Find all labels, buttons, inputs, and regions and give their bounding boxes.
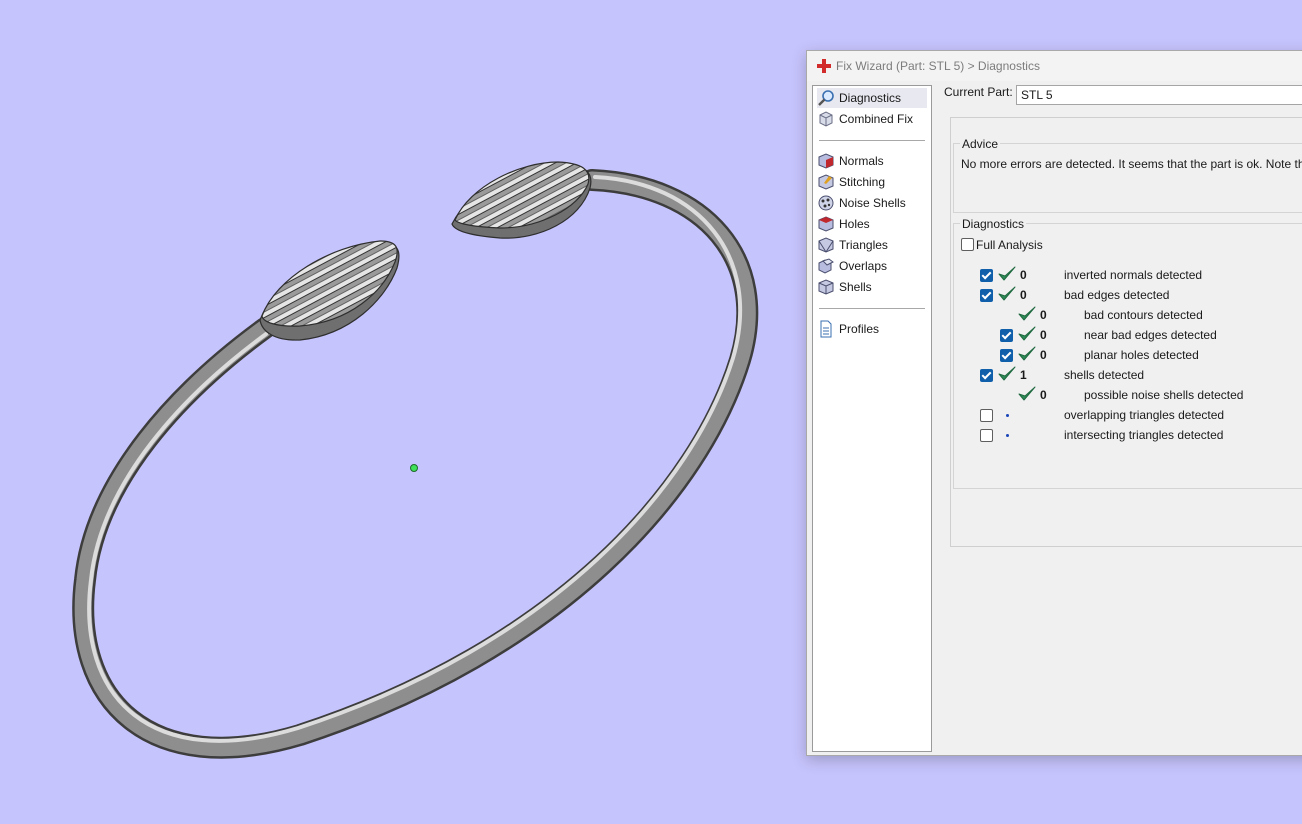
diagnostic-count: 0: [1040, 328, 1047, 342]
pending-dot-icon: [1006, 414, 1009, 417]
nav-divider: [819, 308, 925, 309]
bracelet-band-edge: [72, 169, 759, 759]
holes-cube-icon: [818, 216, 834, 232]
diagnostic-checkbox[interactable]: [980, 269, 993, 282]
advice-text: No more errors are detected. It seems th…: [961, 157, 1302, 171]
nav-divider: [819, 140, 925, 141]
nav-item-label: Diagnostics: [839, 91, 902, 105]
nav-item-noise-shells[interactable]: Noise Shells: [817, 193, 927, 213]
diagnostic-label: possible noise shells detected: [1084, 388, 1244, 402]
nav-item-label: Combined Fix: [839, 112, 914, 126]
nav-item-label: Overlaps: [839, 259, 888, 273]
document-icon: [820, 320, 832, 338]
triangles-cube-icon: [818, 237, 834, 253]
nav-item-label: Holes: [839, 217, 870, 231]
title-bar[interactable]: Fix Wizard (Part: STL 5) > Diagnostics: [807, 51, 1302, 81]
bracelet-band-highlight: [87, 175, 743, 743]
stitching-cube-icon: [818, 174, 834, 190]
ok-checkmark-icon: [1018, 346, 1036, 362]
advice-group: Advice: [953, 137, 1302, 213]
current-part-label: Current Part:: [944, 85, 1013, 99]
diagnostic-checkbox[interactable]: [980, 369, 993, 382]
magnifier-icon: [818, 90, 834, 106]
nav-item-label: Shells: [839, 280, 872, 294]
full-analysis-label: Full Analysis: [976, 238, 1043, 252]
cube-icon: [819, 111, 833, 127]
diagnostic-count: 0: [1040, 348, 1047, 362]
leaf-lower: [261, 240, 398, 327]
diagnostic-count: 0: [1020, 288, 1027, 302]
ok-checkmark-icon: [1018, 326, 1036, 342]
nav-item-label: Normals: [839, 154, 884, 168]
bracelet-band: [74, 171, 756, 757]
diagnostic-checkbox[interactable]: [1000, 329, 1013, 342]
current-part-field[interactable]: STL 5: [1016, 85, 1302, 105]
nav-item-label: Noise Shells: [839, 196, 906, 210]
shells-icon: [818, 279, 834, 295]
nav-item-profiles[interactable]: Profiles: [817, 319, 927, 339]
diagnostic-checkbox[interactable]: [980, 289, 993, 302]
wizard-nav-panel: Diagnostics Combined Fix Normals Stitchi…: [812, 85, 932, 752]
window-title: Fix Wizard (Part: STL 5) > Diagnostics: [836, 59, 1040, 73]
diagnostic-label: intersecting triangles detected: [1064, 428, 1224, 442]
diagnostic-count: 0: [1040, 388, 1047, 402]
diagnostic-label: planar holes detected: [1084, 348, 1199, 362]
nav-item-shells[interactable]: Shells: [817, 277, 927, 297]
diagnostic-label: shells detected: [1064, 368, 1145, 382]
diagnostic-label: inverted normals detected: [1064, 268, 1203, 282]
diagnostic-count: 0: [1020, 268, 1027, 282]
nav-item-holes[interactable]: Holes: [817, 214, 927, 234]
normals-cube-icon: [818, 153, 834, 169]
diagnostic-label: bad contours detected: [1084, 308, 1203, 322]
nav-item-label: Stitching: [839, 175, 886, 189]
nav-item-label: Triangles: [839, 238, 888, 252]
nav-item-normals[interactable]: Normals: [817, 151, 927, 171]
diagnostic-count: 0: [1040, 308, 1047, 322]
advice-title: Advice: [960, 137, 1001, 151]
diagnostic-label: near bad edges detected: [1084, 328, 1217, 342]
full-analysis-checkbox[interactable]: [961, 238, 974, 251]
ok-checkmark-icon: [998, 366, 1016, 382]
ok-checkmark-icon: [998, 266, 1016, 282]
diagnostic-label: overlapping triangles detected: [1064, 408, 1225, 422]
noise-shells-icon: [818, 195, 834, 211]
nav-item-combined-fix[interactable]: Combined Fix: [817, 109, 927, 129]
nav-item-diagnostics[interactable]: Diagnostics: [817, 88, 927, 108]
fix-wizard-dialog: Fix Wizard (Part: STL 5) > Diagnostics D…: [806, 50, 1302, 756]
nav-item-stitching[interactable]: Stitching: [817, 172, 927, 192]
ok-checkmark-icon: [1018, 386, 1036, 402]
diagnostic-checkbox[interactable]: [980, 429, 993, 442]
ok-checkmark-icon: [998, 286, 1016, 302]
overlaps-icon: [818, 258, 834, 274]
diagnostics-title: Diagnostics: [960, 217, 1027, 231]
nav-item-label: Profiles: [839, 322, 880, 336]
ok-checkmark-icon: [1018, 306, 1036, 322]
nav-item-overlaps[interactable]: Overlaps: [817, 256, 927, 276]
red-cross-icon: [817, 59, 831, 73]
rotation-center-marker[interactable]: [410, 464, 418, 472]
diagnostic-checkbox[interactable]: [1000, 349, 1013, 362]
diagnostic-checkbox[interactable]: [980, 409, 993, 422]
pending-dot-icon: [1006, 434, 1009, 437]
diagnostic-count: 1: [1020, 368, 1027, 382]
diagnostic-label: bad edges detected: [1064, 288, 1170, 302]
nav-item-triangles[interactable]: Triangles: [817, 235, 927, 255]
